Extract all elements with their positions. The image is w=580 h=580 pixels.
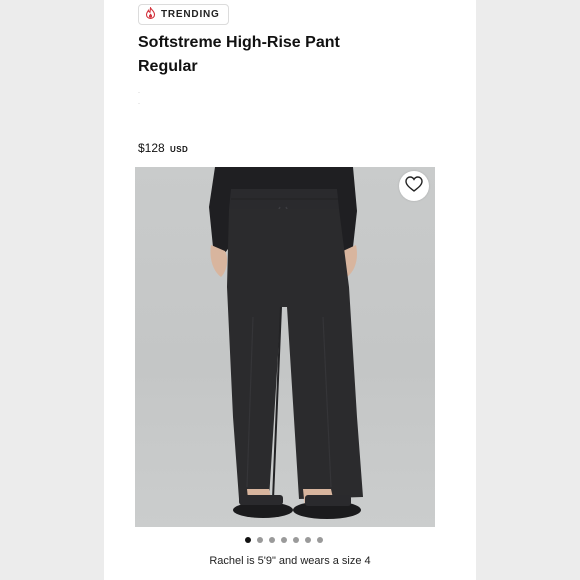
carousel-dot[interactable]	[269, 537, 275, 543]
price-currency: USD	[170, 145, 189, 154]
price-amount: $128	[138, 141, 165, 155]
carousel-dot[interactable]	[281, 537, 287, 543]
carousel-dot[interactable]	[257, 537, 263, 543]
carousel-dot[interactable]	[305, 537, 311, 543]
product-page: TRENDING Softstreme High-Rise Pant Regul…	[104, 0, 476, 580]
wishlist-button[interactable]	[399, 171, 429, 201]
product-title: Softstreme High-Rise Pant Regular	[138, 34, 340, 75]
model-size-caption: Rachel is 5'9" and wears a size 4	[209, 555, 371, 567]
heart-icon	[405, 175, 423, 197]
carousel-indicators	[245, 537, 323, 543]
trending-badge: TRENDING	[138, 4, 229, 25]
flame-icon	[145, 5, 156, 24]
decorative-dots: · ·	[138, 90, 140, 107]
product-price: $128 USD	[138, 141, 188, 155]
carousel-dot[interactable]	[317, 537, 323, 543]
badge-label: TRENDING	[161, 9, 220, 20]
carousel-dot[interactable]	[245, 537, 251, 543]
product-photo	[209, 167, 363, 519]
carousel-dot[interactable]	[293, 537, 299, 543]
product-image[interactable]	[135, 167, 435, 527]
